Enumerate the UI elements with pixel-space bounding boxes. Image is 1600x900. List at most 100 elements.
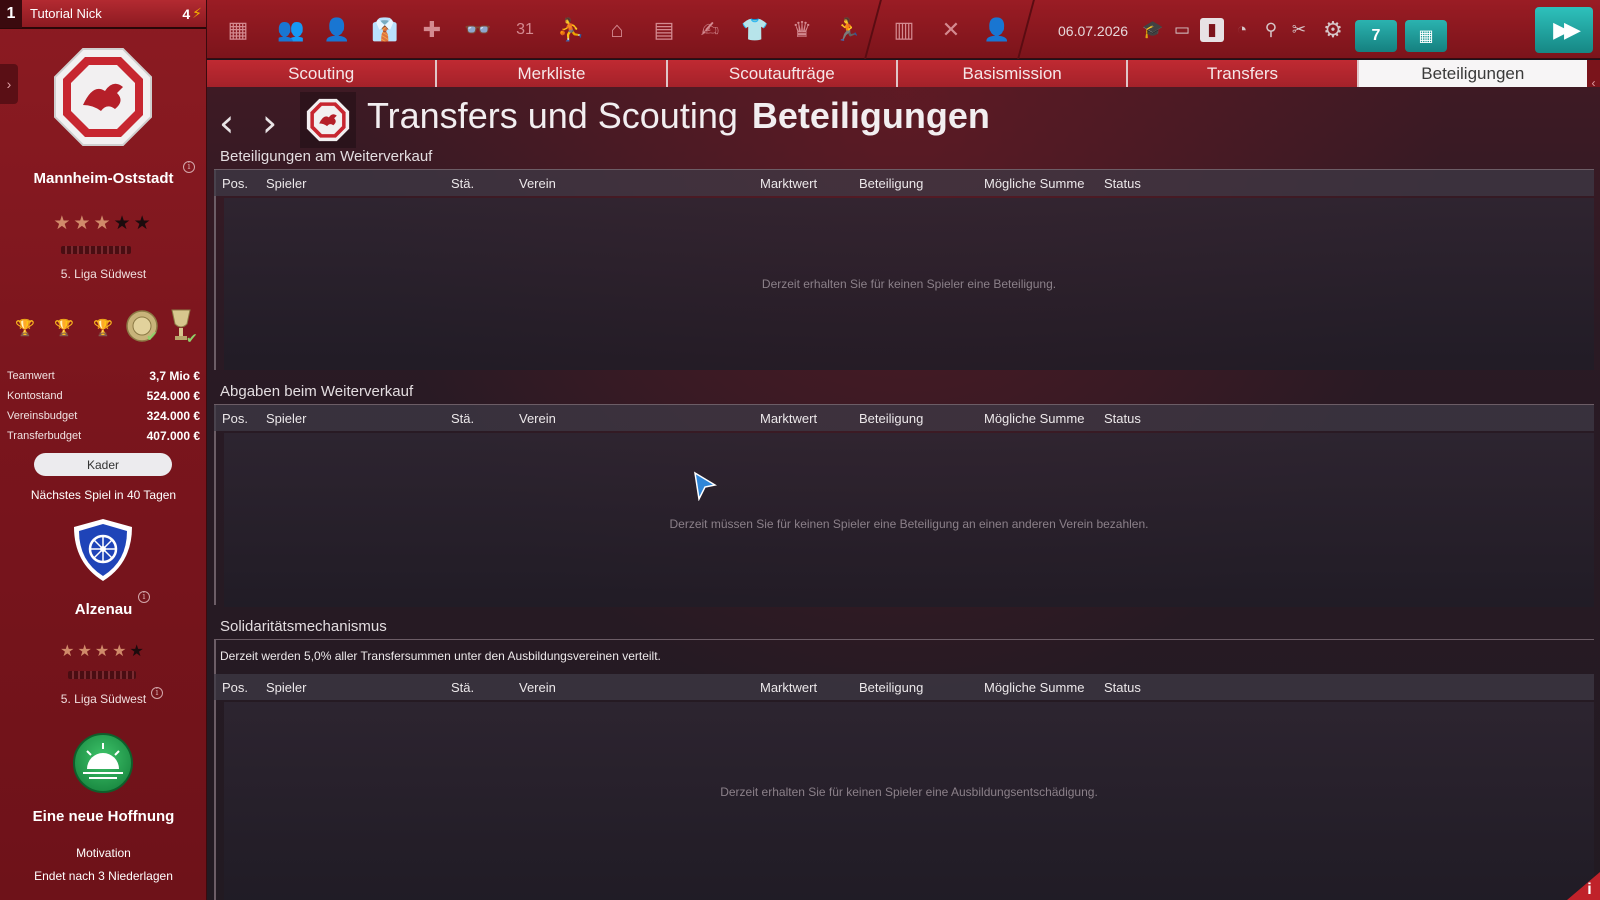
col-spieler[interactable]: Spieler <box>266 680 306 695</box>
opponent-name[interactable]: Alzenau <box>0 601 207 618</box>
col-staerke[interactable]: Stä. <box>451 680 474 695</box>
trophy-icon[interactable]: 🏆 <box>93 318 113 338</box>
opponent-crest-icon[interactable] <box>70 517 136 583</box>
stadium-icon[interactable]: ⌂ <box>602 15 632 45</box>
manager-name: Tutorial Nick <box>30 6 102 21</box>
jersey-icon[interactable]: 👕 <box>740 15 770 45</box>
mouse-cursor-icon <box>694 471 717 501</box>
manager-bar[interactable]: 1 Tutorial Nick 4 ⚡ <box>0 0 206 29</box>
training-icon[interactable]: ⛹ <box>556 15 586 45</box>
squad-icon[interactable]: 👥 <box>276 15 306 45</box>
club-name[interactable]: Mannheim-Oststadt <box>0 170 207 187</box>
col-status[interactable]: Status <box>1104 680 1141 695</box>
col-spieler[interactable]: Spieler <box>266 176 306 191</box>
table-body: Derzeit erhalten Sie für keinen Spieler … <box>224 702 1594 900</box>
scouting-icon[interactable]: 👓 <box>463 15 493 45</box>
tab-basismission[interactable]: Basismission <box>897 60 1129 87</box>
col-staerke[interactable]: Stä. <box>451 176 474 191</box>
col-spieler[interactable]: Spieler <box>266 411 306 426</box>
calendar-icon[interactable]: 31 <box>510 15 540 45</box>
section-divider <box>214 639 1594 640</box>
month-calendar-icon[interactable]: ▦ <box>1405 20 1447 52</box>
solidarity-note: Derzeit werden 5,0% aller Transfersummen… <box>220 649 661 663</box>
city-icon[interactable]: ▥ <box>889 15 919 45</box>
col-pos[interactable]: Pos. <box>222 680 248 695</box>
finance-row: Teamwert 3,7 Mio € <box>7 366 200 386</box>
sunrise-icon[interactable] <box>73 733 133 793</box>
col-moegliche-summe[interactable]: Mögliche Summe <box>984 411 1084 426</box>
col-verein[interactable]: Verein <box>519 176 556 191</box>
tactics-icon[interactable]: ✕ <box>936 15 966 45</box>
opponent-league-info-icon[interactable]: i <box>151 687 163 699</box>
col-beteiligung[interactable]: Beteiligung <box>859 680 923 695</box>
star-icon: ★ <box>112 643 130 660</box>
col-staerke[interactable]: Stä. <box>451 411 474 426</box>
empty-message: Derzeit erhalten Sie für keinen Spieler … <box>720 785 1098 799</box>
col-verein[interactable]: Verein <box>519 411 556 426</box>
col-status[interactable]: Status <box>1104 176 1141 191</box>
gear-icon[interactable]: ⚙ <box>1321 17 1345 42</box>
energy-count: 4 <box>182 5 191 22</box>
formation-icon[interactable]: ▦ <box>223 15 253 45</box>
club-stars: ★★★★★ <box>0 212 207 235</box>
col-moegliche-summe[interactable]: Mögliche Summe <box>984 176 1084 191</box>
board-icon[interactable]: ♛ <box>787 15 817 45</box>
back-arrow-icon[interactable]: ‹ <box>219 101 234 145</box>
col-beteiligung[interactable]: Beteiligung <box>859 411 923 426</box>
trophy-icon[interactable]: 🏆 <box>15 318 35 338</box>
speedometer-icon[interactable]: ◔ <box>1230 18 1254 42</box>
tab-merkliste[interactable]: Merkliste <box>437 60 668 87</box>
kader-button[interactable]: Kader <box>34 453 172 476</box>
col-marktwert[interactable]: Marktwert <box>760 411 817 426</box>
empty-message: Derzeit erhalten Sie für keinen Spieler … <box>761 277 1057 291</box>
players-icon[interactable]: 👤 <box>322 15 352 45</box>
col-marktwert[interactable]: Marktwert <box>760 680 817 695</box>
col-status[interactable]: Status <box>1104 411 1141 426</box>
finance-value: 524.000 € <box>146 389 200 403</box>
sidebar-expand-arrow-icon[interactable]: › <box>0 64 18 104</box>
calendar-day: 7 <box>1371 27 1381 44</box>
col-pos[interactable]: Pos. <box>222 176 248 191</box>
finance-label: Transferbudget <box>7 430 82 442</box>
finance-row: Kontostand 524.000 € <box>7 386 200 406</box>
finances-icon[interactable]: ▤ <box>649 15 679 45</box>
section-title: Solidaritätsmechanismus <box>220 618 387 635</box>
star-icon: ★ <box>60 643 78 660</box>
col-pos[interactable]: Pos. <box>222 411 248 426</box>
medical-icon[interactable]: ✚ <box>417 15 447 45</box>
tab-transfers[interactable]: Transfers <box>1128 60 1359 87</box>
youth-icon[interactable]: 🏃 <box>833 15 863 45</box>
tab-scouting[interactable]: Scouting <box>207 60 438 87</box>
sponsor-icon[interactable]: ✍ <box>695 15 725 45</box>
col-verein[interactable]: Verein <box>519 680 556 695</box>
col-moegliche-summe[interactable]: Mögliche Summe <box>984 680 1084 695</box>
trophy-icon[interactable]: 🏆 <box>54 318 74 338</box>
table-header: Pos. Spieler Stä. Verein Marktwert Betei… <box>214 170 1594 196</box>
opponent-rating-bar <box>68 671 136 679</box>
col-marktwert[interactable]: Marktwert <box>760 176 817 191</box>
tab-beteiligungen[interactable]: Beteiligungen <box>1358 60 1587 87</box>
star-icon: ★ <box>93 213 114 234</box>
top-toolbar: ▦ 👥 👤 👔 ✚ 👓 31 ⛹ ⌂ ▤ ✍ 👕 ♛ 🏃 ▥ ✕ 👤 06.07… <box>207 0 1600 59</box>
club-info-icon[interactable]: i <box>183 161 195 173</box>
forward-arrow-icon[interactable]: › <box>262 101 277 145</box>
sidebar: 1 Tutorial Nick 4 ⚡ › Mannheim-Oststadt … <box>0 0 207 900</box>
tab-scoutauftraege[interactable]: Scoutaufträge <box>667 60 898 87</box>
table-header: Pos. Spieler Stä. Verein Marktwert Betei… <box>214 674 1594 700</box>
fast-forward-button[interactable]: ▶▶ <box>1535 7 1593 53</box>
lightning-icon: ⚡ <box>192 5 202 21</box>
staff-icon[interactable]: 👔 <box>370 15 400 45</box>
awards-icon[interactable]: ✂ <box>1287 18 1311 42</box>
page-title-main: Beteiligungen <box>751 95 990 136</box>
opponent-league: 5. Liga Südwest <box>60 692 147 706</box>
search-icon[interactable]: ⚲ <box>1259 18 1283 42</box>
opponent-info-icon[interactable]: i <box>138 591 150 603</box>
col-beteiligung[interactable]: Beteiligung <box>859 176 923 191</box>
day-calendar-button[interactable]: 7 <box>1355 20 1397 52</box>
presentation-icon[interactable]: ▭ <box>1170 18 1194 42</box>
statistics-icon[interactable]: ▮ <box>1200 18 1224 42</box>
profile-icon[interactable]: 👤 <box>982 15 1012 45</box>
trophy-row: 🏆 🏆 🏆 ✔ ✔ <box>10 309 205 350</box>
club-crest-icon[interactable] <box>53 47 153 147</box>
academy-icon[interactable]: 🎓 <box>1141 18 1165 42</box>
